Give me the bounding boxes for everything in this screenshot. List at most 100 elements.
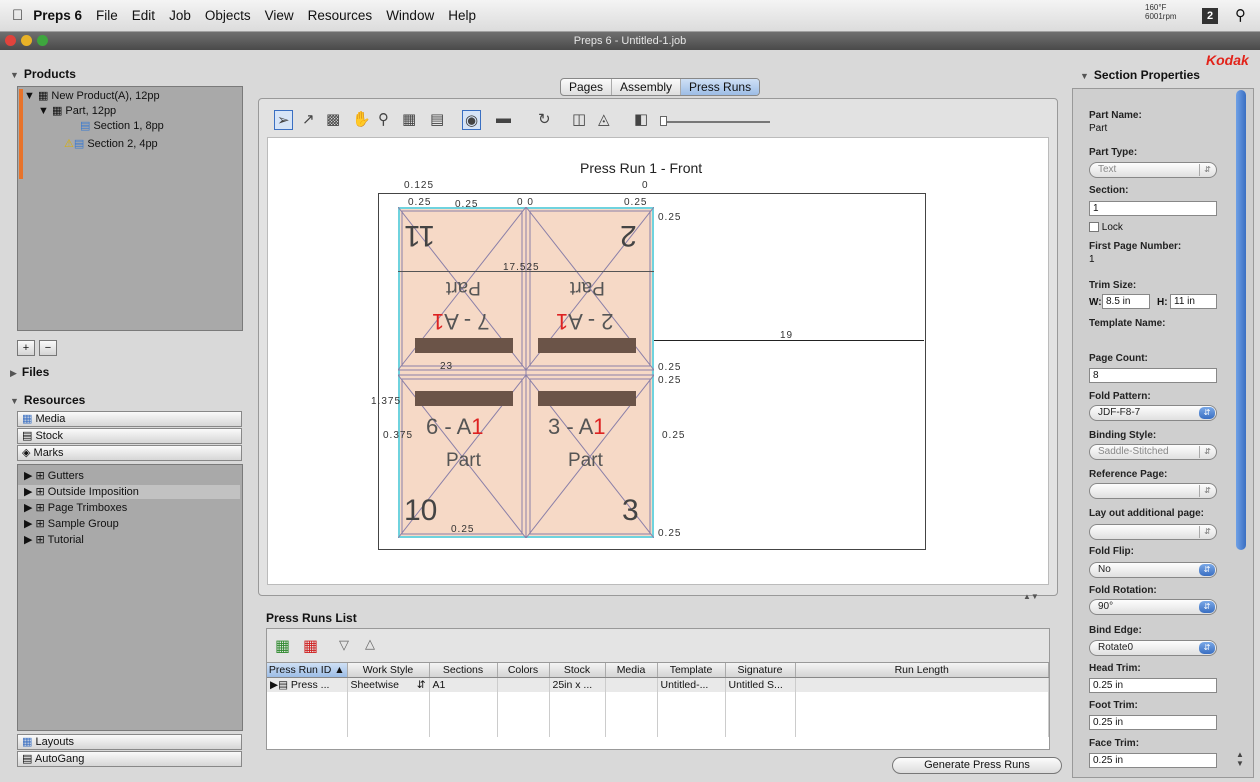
- resource-stock[interactable]: ▤ Stock: [17, 428, 242, 444]
- resource-media[interactable]: ▦ Media: [17, 411, 242, 427]
- marks-item-outside-imposition[interactable]: ▶ ⊞ Outside Imposition: [18, 485, 240, 499]
- status-badge[interactable]: 2: [1202, 8, 1218, 24]
- resource-layouts[interactable]: ▦ Layouts: [17, 734, 242, 750]
- trim-width-field[interactable]: 8.5 in: [1102, 294, 1150, 309]
- menu-resources[interactable]: Resources: [308, 8, 373, 23]
- preview-icon[interactable]: ◉: [462, 110, 482, 130]
- tree-item-part[interactable]: ▼ ▦ Part, 12pp: [38, 104, 116, 118]
- ruler-icon[interactable]: ▬: [496, 110, 511, 127]
- marks-item-tutorial[interactable]: ▶ ⊞ Tutorial: [24, 533, 84, 547]
- page-count-field[interactable]: 8: [1089, 368, 1217, 383]
- fit-icon[interactable]: ◧: [634, 110, 648, 128]
- close-button[interactable]: [5, 35, 16, 46]
- menu-window[interactable]: Window: [386, 8, 434, 23]
- zoom-icon[interactable]: ⚲: [378, 110, 389, 128]
- head-trim-field[interactable]: 0.25 in: [1089, 678, 1217, 693]
- minimize-button[interactable]: [21, 35, 32, 46]
- layout-icon[interactable]: ◫: [572, 110, 586, 128]
- marks-item-page-trimboxes[interactable]: ▶ ⊞ Page Trimboxes: [24, 501, 127, 515]
- marks-item-gutters[interactable]: ▶ ⊞ Gutters: [24, 469, 84, 483]
- move-up-icon[interactable]: △: [365, 636, 375, 652]
- checkbox-icon[interactable]: [1089, 222, 1099, 233]
- lock-checkbox[interactable]: Lock: [1089, 222, 1123, 233]
- page-select-icon[interactable]: ▩: [326, 110, 340, 128]
- page-number-2: 2: [620, 219, 637, 252]
- add-press-run-icon[interactable]: ▦: [275, 636, 290, 656]
- head-trim-label: Head Trim:: [1089, 663, 1141, 674]
- add-button[interactable]: +: [17, 340, 35, 356]
- app-menu[interactable]: Preps 6: [33, 8, 82, 23]
- direct-select-icon[interactable]: ↗: [302, 110, 315, 128]
- fold-pattern-select[interactable]: JDF-F8-7 ⇵: [1089, 405, 1217, 421]
- menu-job[interactable]: Job: [169, 8, 191, 23]
- reference-page-select[interactable]: ⇵: [1089, 483, 1217, 499]
- select-arrow-icon[interactable]: ➢: [274, 110, 293, 130]
- spotlight-icon[interactable]: ⚲: [1235, 6, 1246, 24]
- zoom-button[interactable]: [37, 35, 48, 46]
- marks-item-sample-group[interactable]: ▶ ⊞ Sample Group: [24, 517, 119, 531]
- col-template[interactable]: Template: [657, 663, 726, 678]
- col-colors[interactable]: Colors: [497, 663, 550, 678]
- tab-pages[interactable]: Pages: [561, 79, 613, 95]
- col-stock[interactable]: Stock: [549, 663, 606, 678]
- resources-header[interactable]: ▼ Resources: [10, 393, 85, 407]
- tree-item-section-2[interactable]: ⚠▤ Section 2, 4pp: [64, 137, 158, 151]
- generate-press-runs-button[interactable]: Generate Press Runs: [892, 757, 1062, 774]
- temperature-readout: 160°F 6001rpm: [1145, 3, 1177, 21]
- foot-trim-field[interactable]: 0.25 in: [1089, 715, 1217, 730]
- signature-label: 6 - A1: [426, 414, 484, 439]
- files-header[interactable]: ▶ Files: [10, 365, 49, 379]
- col-media[interactable]: Media: [605, 663, 658, 678]
- template-name-label: Template Name:: [1089, 318, 1166, 329]
- face-trim-field[interactable]: 0.25 in: [1089, 753, 1217, 768]
- apple-icon[interactable]: : [12, 7, 23, 24]
- table-cell: 25in x ...: [549, 677, 606, 692]
- products-header[interactable]: ▼ Products: [10, 67, 76, 81]
- menu-view[interactable]: View: [265, 8, 294, 23]
- tree-item-product[interactable]: ▼ ▦ New Product(A), 12pp: [24, 89, 160, 103]
- menu-edit[interactable]: Edit: [132, 8, 155, 23]
- grid-icon[interactable]: ▦: [402, 110, 416, 128]
- tab-press-runs[interactable]: Press Runs: [681, 79, 760, 95]
- rotate-icon[interactable]: ↻: [538, 110, 551, 128]
- tree-item-section-1[interactable]: ▤ Section 1, 8pp: [80, 119, 164, 133]
- trim-height-field[interactable]: 11 in: [1170, 294, 1217, 309]
- stepper-icon: ⇵: [1199, 564, 1215, 576]
- scroll-arrows-icon[interactable]: ▲ ▼: [1236, 750, 1244, 768]
- col-press-run-id[interactable]: Press Run ID ▲: [267, 663, 348, 678]
- marks-tool-icon[interactable]: ▤: [430, 110, 444, 128]
- menu-file[interactable]: File: [96, 8, 118, 23]
- col-signature[interactable]: Signature: [725, 663, 796, 678]
- part-type-select[interactable]: Text ⇵: [1089, 162, 1217, 178]
- move-down-icon[interactable]: ▽: [339, 637, 349, 653]
- fold-flip-select[interactable]: No ⇵: [1089, 562, 1217, 578]
- properties-scrollbar[interactable]: [1236, 90, 1246, 550]
- section-field[interactable]: 1: [1089, 201, 1217, 216]
- delete-press-run-icon[interactable]: ▦: [303, 636, 318, 656]
- menu-objects[interactable]: Objects: [205, 8, 251, 23]
- section-properties-header[interactable]: ▼ Section Properties: [1080, 68, 1200, 82]
- resource-marks[interactable]: ◈ Marks: [17, 445, 242, 461]
- menu-help[interactable]: Help: [448, 8, 476, 23]
- zoom-slider[interactable]: [660, 121, 770, 123]
- fold-rotation-select[interactable]: 90° ⇵: [1089, 599, 1217, 615]
- hand-icon[interactable]: ✋: [352, 110, 371, 128]
- stepper-icon: ⇵: [1199, 164, 1215, 176]
- resource-autogang[interactable]: ▤ AutoGang: [17, 751, 242, 767]
- col-work-style[interactable]: Work Style: [347, 663, 430, 678]
- split-icon[interactable]: ◬: [598, 110, 610, 128]
- zoom-slider-thumb[interactable]: [660, 116, 667, 126]
- col-run-length[interactable]: Run Length: [795, 663, 1049, 678]
- table-cell[interactable]: Sheetwise ⇵: [347, 677, 430, 692]
- table-row[interactable]: ▶▤ Press ... Sheetwise ⇵ A1 25in x ... U…: [267, 677, 1049, 692]
- tab-assembly[interactable]: Assembly: [612, 79, 682, 95]
- layout-additional-select[interactable]: ⇵: [1089, 524, 1217, 540]
- binding-style-select[interactable]: Saddle-Stitched ⇵: [1089, 444, 1217, 460]
- col-sections[interactable]: Sections: [429, 663, 498, 678]
- resize-icon[interactable]: ▲▼: [1023, 592, 1039, 601]
- remove-button[interactable]: −: [39, 340, 57, 356]
- stepper-icon[interactable]: ⇵: [417, 679, 426, 691]
- stepper-icon: ⇵: [1199, 601, 1215, 613]
- layouts-icon: ▦: [22, 736, 33, 748]
- bind-edge-select[interactable]: Rotate0 ⇵: [1089, 640, 1217, 656]
